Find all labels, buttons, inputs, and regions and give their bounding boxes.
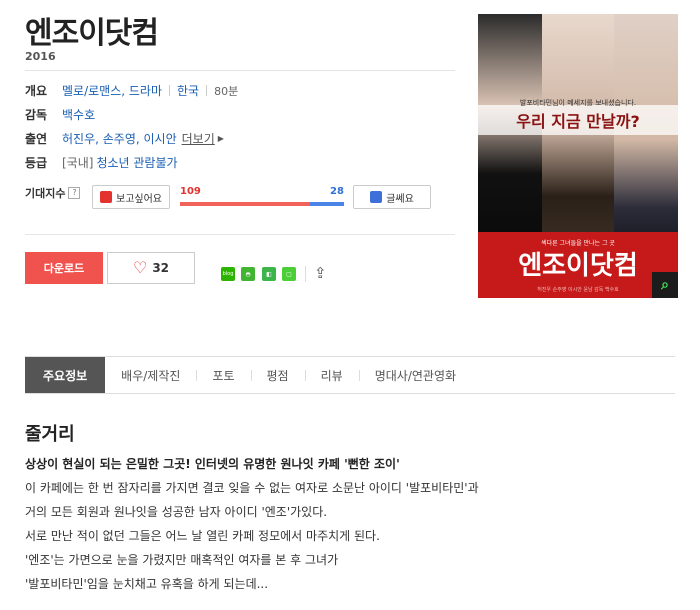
cast-row: 출연 허진우, 손주영, 이시안 더보기 ▶ — [25, 130, 224, 147]
movie-title: 엔조이닷컴 — [25, 16, 159, 51]
rating-row: 등급 [국내] 청소년 관람불가 — [25, 154, 178, 171]
magnifier-icon[interactable]: ⌕ — [652, 272, 678, 298]
cast-links[interactable]: 허진우, 손주영, 이시안 — [62, 130, 177, 147]
cast-label: 출연 — [25, 132, 48, 146]
director-row: 감독 백수호 — [25, 106, 95, 123]
tab-main-info[interactable]: 주요정보 — [25, 357, 106, 393]
blog-icon[interactable]: blog — [221, 267, 235, 281]
synopsis-lead: 상상이 현실이 되는 은밀한 그곳! 인터넷의 유명한 원나잇 카페 '뻔한 조… — [25, 457, 400, 471]
dislike-count: 28 — [330, 186, 344, 197]
tab-cast-crew[interactable]: 배우/제작진 — [105, 357, 196, 393]
synopsis-line: 거의 모든 회원과 원나잇을 성공한 남자 아이디 '엔조'가있다. — [25, 505, 328, 519]
want-count: 109 — [180, 186, 201, 197]
director-label: 감독 — [25, 108, 48, 122]
dislike-button[interactable]: 글쎄요 — [353, 185, 431, 209]
overview-label: 개요 — [25, 84, 48, 98]
thumbs-up-icon — [100, 191, 112, 203]
synopsis-line: 이 카페에는 한 번 잠자리를 가지면 결코 잊을 수 없는 여자로 소문난 아… — [25, 481, 479, 495]
overview-row: 개요 멜로/로맨스, 드라마 한국 80분 — [25, 82, 238, 99]
tab-review[interactable]: 리뷰 — [304, 357, 359, 393]
separator — [206, 85, 208, 96]
rating-link[interactable]: 청소년 관람불가 — [96, 154, 177, 171]
genre-link[interactable]: 멜로/로맨스, 드라마 — [62, 82, 162, 99]
country-link[interactable]: 한국 — [177, 82, 199, 99]
poster-top-text: 발포비타민님이 메세지를 보내셨습니다. — [519, 99, 637, 107]
tab-bar: 주요정보 배우/제작진 포토 평점 리뷰 명대사/연관영화 — [25, 356, 675, 394]
divider — [25, 234, 455, 235]
poster-image[interactable]: 발포비타민님이 메세지를 보내셨습니다. 우리 지금 만날까? 섹다른 그녀들을… — [478, 14, 678, 298]
poster-title: 엔조이닷컴 — [518, 251, 638, 281]
share-out-icon[interactable]: ⇪ — [314, 264, 327, 282]
poster-credits: 허진우 손주영 이시안 윤남 감독 백수호 — [537, 287, 619, 293]
chevron-right-icon: ▶ — [217, 134, 224, 143]
rating-label: 등급 — [25, 156, 48, 170]
like-count: 32 — [152, 261, 170, 275]
tab-rating[interactable]: 평점 — [250, 357, 305, 393]
want-button[interactable]: 보고싶어요 — [92, 185, 170, 209]
synopsis-line: 서로 만난 적이 없던 그들은 어느 날 열린 카페 정모에서 마주치게 된다. — [25, 529, 380, 543]
tab-quotes-related[interactable]: 명대사/연관영화 — [358, 357, 472, 393]
rating-prefix: [국내] — [62, 156, 94, 170]
synopsis-heading: 줄거리 — [25, 424, 75, 445]
help-icon[interactable]: ? — [68, 187, 81, 199]
poster-title-area: 섹다른 그녀들을 만나는 그 곳 엔조이닷컴 허진우 손주영 이시안 윤남 감독… — [478, 232, 678, 298]
divider — [25, 70, 455, 71]
separator — [169, 85, 170, 96]
expect-label: 기대지수 — [25, 187, 66, 200]
runtime: 80분 — [214, 84, 239, 98]
synopsis-line: '엔조'는 가면으로 눈을 가렸지만 매혹적인 여자를 본 후 그녀가 — [25, 553, 339, 567]
separator — [305, 266, 306, 282]
movie-year: 2016 — [25, 50, 56, 63]
synopsis-line: '발포비타민'임을 눈치채고 유혹을 하게 되는데... — [25, 577, 269, 591]
want-button-label: 보고싶어요 — [116, 193, 162, 205]
kakaostory-icon[interactable]: ◓ — [241, 267, 255, 281]
band-icon[interactable]: ◧ — [262, 267, 276, 281]
like-button[interactable]: ♡ 32 — [107, 252, 195, 284]
dislike-button-label: 글쎄요 — [386, 193, 414, 205]
want-bar — [180, 202, 310, 206]
download-button[interactable]: 다운로드 — [25, 252, 103, 284]
director-link[interactable]: 백수호 — [62, 106, 95, 123]
thumbs-down-icon — [370, 191, 383, 203]
line-icon[interactable]: ▢ — [282, 267, 296, 281]
tab-photo[interactable]: 포토 — [196, 357, 250, 393]
poster-headline: 우리 지금 만날까? — [516, 112, 640, 131]
more-cast-link[interactable]: 더보기 — [182, 130, 215, 147]
dislike-bar — [310, 202, 344, 206]
heart-icon: ♡ — [132, 258, 148, 277]
expect-index: 기대지수 ? — [25, 185, 81, 201]
